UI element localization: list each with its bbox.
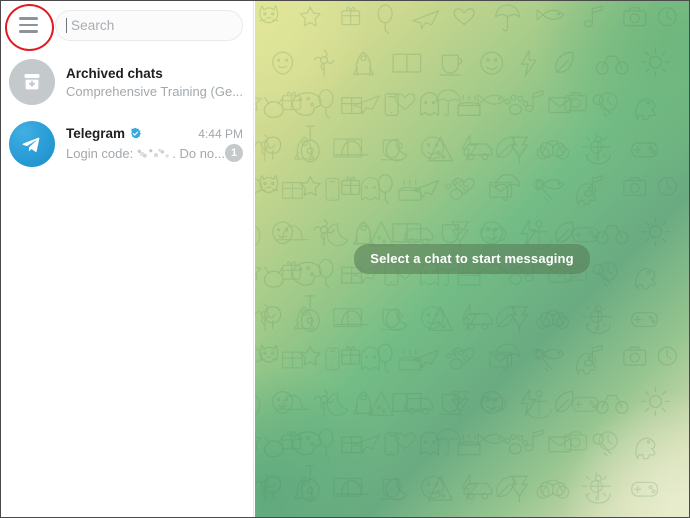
list-item-header: Archived chats [66,66,243,81]
chat-title: Archived chats [66,65,163,81]
list-item-subtitle: Login code: . Do no... 1 [66,144,243,162]
avatar [9,59,55,105]
search-placeholder: Search [71,17,115,33]
chat-preview-prefix: Login code: [66,145,134,161]
telegram-window: Search Archived chats Comprehensive Trai… [0,0,690,518]
empty-state-message: Select a chat to start messaging [354,244,590,274]
chat-list: Archived chats Comprehensive Training (G… [1,51,253,175]
hamburger-menu-icon-bar [18,23,38,27]
archive-box-icon [24,74,40,90]
sidebar-topbar: Search [1,1,253,51]
verified-badge-icon [131,127,141,139]
avatar [9,121,55,167]
search-container: Search [55,9,253,41]
sidebar: Search Archived chats Comprehensive Trai… [1,1,254,517]
list-item-header: Telegram 4:44 PM [66,126,243,141]
hamburger-menu-button[interactable] [9,6,47,44]
chat-timestamp: 4:44 PM [198,126,243,141]
chat-area: Select a chat to start messaging [255,1,689,517]
list-item-subtitle: Comprehensive Training (Ge... [66,84,243,99]
hamburger-menu-icon [18,17,38,20]
chat-preview: Login code: . Do no... [66,146,225,161]
hamburger-menu-icon-bar [18,30,38,33]
chat-preview-suffix: . Do no... [172,145,225,161]
search-input[interactable]: Search [55,9,243,41]
list-item-body: Telegram 4:44 PM Login code: . Do no... [66,126,243,162]
redacted-login-code [135,147,171,159]
telegram-plane-icon [22,137,40,152]
chat-preview: Comprehensive Training (Ge... [66,83,243,99]
text-caret-icon [66,17,67,33]
chat-title: Telegram [66,126,126,141]
unread-count-badge: 1 [225,144,243,162]
list-item-body: Archived chats Comprehensive Training (G… [66,66,243,99]
list-item-archived-chats[interactable]: Archived chats Comprehensive Training (G… [1,51,253,113]
list-item-telegram[interactable]: Telegram 4:44 PM Login code: . Do no... [1,113,253,175]
